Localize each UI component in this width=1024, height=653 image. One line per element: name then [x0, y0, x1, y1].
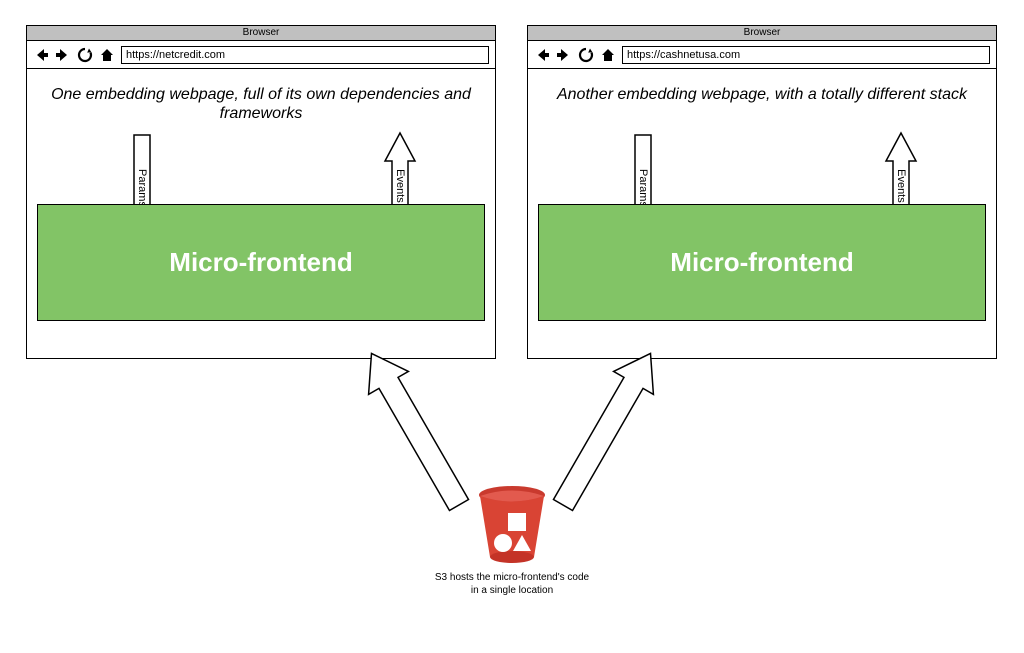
- url-bar: https://netcredit.com: [121, 46, 489, 64]
- micro-frontend-box: Micro-frontend: [37, 204, 485, 321]
- events-label: Events: [394, 169, 406, 203]
- micro-frontend-box: Micro-frontend: [538, 204, 986, 321]
- s3-bucket-caption: S3 hosts the micro-frontend's code in a …: [432, 572, 592, 597]
- events-label: Events: [895, 169, 907, 203]
- s3-bucket-icon: [476, 485, 548, 565]
- browser-content: One embedding webpage, full of its own d…: [27, 69, 495, 356]
- home-icon: [600, 47, 616, 63]
- browser-toolbar: https://netcredit.com: [27, 41, 495, 69]
- browser-content: Another embedding webpage, with a totall…: [528, 69, 996, 356]
- browser-titlebar: Browser: [27, 26, 495, 41]
- back-icon: [534, 47, 550, 63]
- s3-to-right-arrow: [543, 342, 670, 517]
- back-icon: [33, 47, 49, 63]
- browser-window-left: Browser: [26, 25, 496, 359]
- params-label: Params: [136, 169, 148, 207]
- s3-to-left-arrow: [352, 342, 479, 517]
- embedding-description: One embedding webpage, full of its own d…: [37, 85, 485, 123]
- home-icon: [99, 47, 115, 63]
- browser-titlebar: Browser: [528, 26, 996, 41]
- params-label: Params: [637, 169, 649, 207]
- url-bar: https://cashnetusa.com: [622, 46, 990, 64]
- forward-icon: [55, 47, 71, 63]
- reload-icon: [77, 47, 93, 63]
- reload-icon: [578, 47, 594, 63]
- browser-toolbar: https://cashnetusa.com: [528, 41, 996, 69]
- embedding-description: Another embedding webpage, with a totall…: [538, 85, 986, 104]
- forward-icon: [556, 47, 572, 63]
- browser-window-right: Browser: [527, 25, 997, 359]
